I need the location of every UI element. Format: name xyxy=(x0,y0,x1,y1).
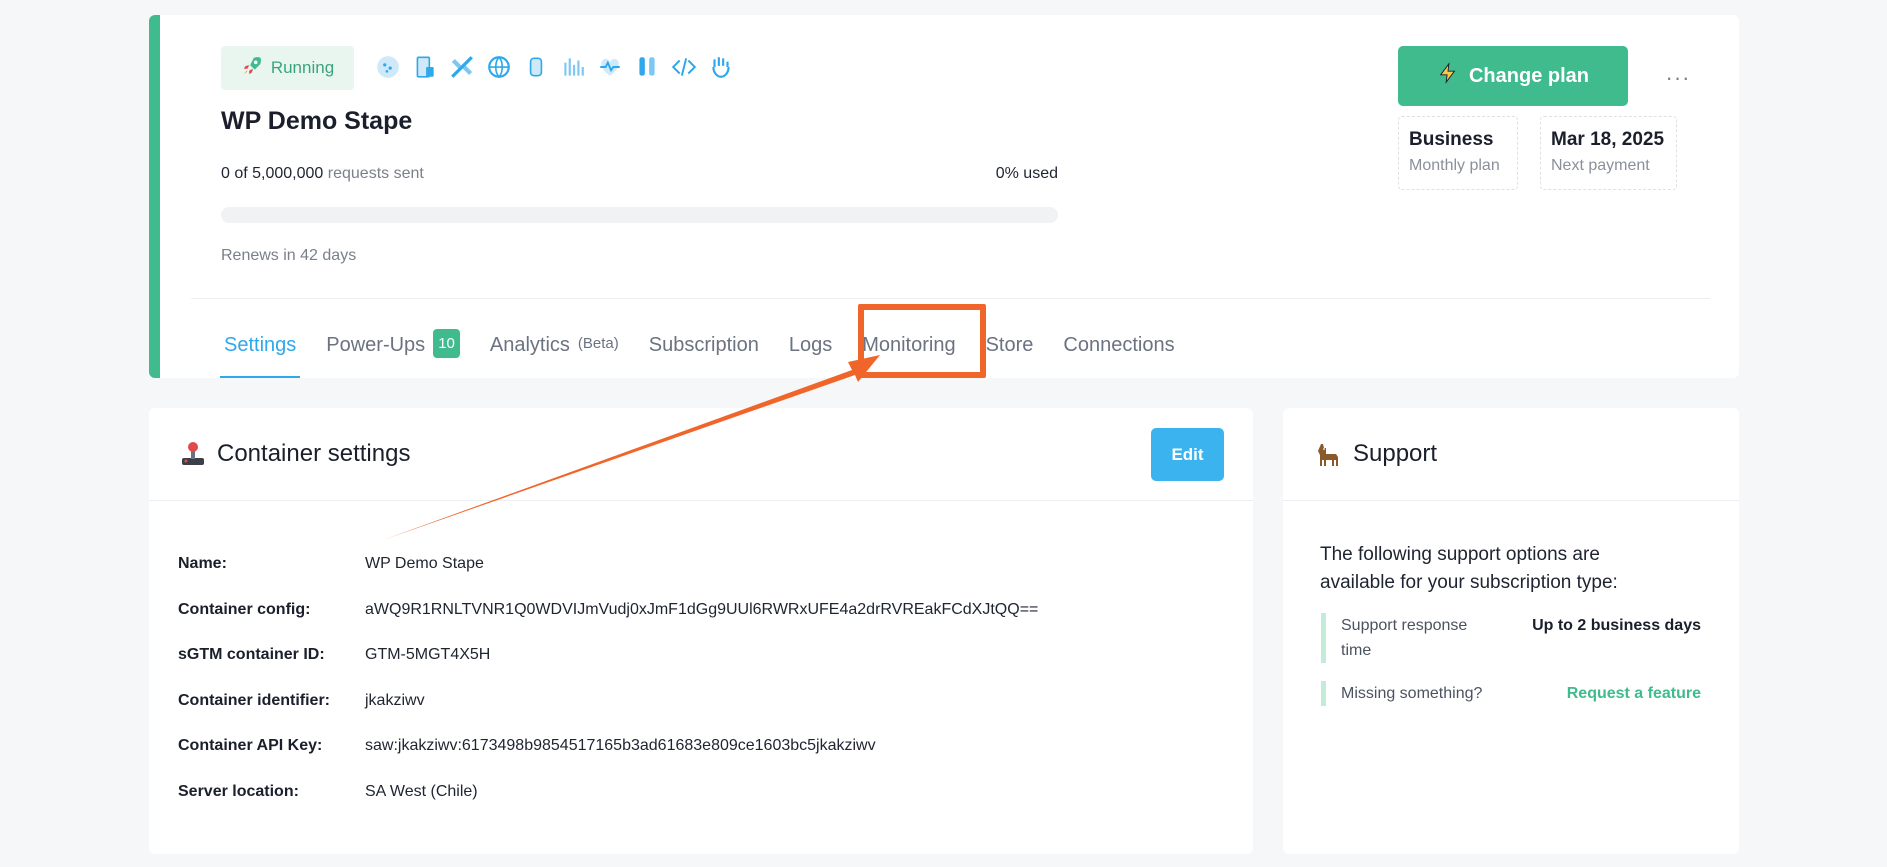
tab-label: Settings xyxy=(224,333,297,356)
next-payment-date: Mar 18, 2025 xyxy=(1551,129,1665,150)
monitoring-highlight-box xyxy=(858,304,986,378)
field-label: Container config: xyxy=(178,601,311,618)
tab-power-ups[interactable]: Power-Ups 10 xyxy=(322,316,464,374)
hand-icon[interactable] xyxy=(707,53,734,80)
change-plan-button[interactable]: Change plan xyxy=(1398,46,1628,106)
plan-box: Business Monthly plan xyxy=(1398,116,1518,190)
globe-icon[interactable] xyxy=(485,53,512,80)
llama-icon xyxy=(1315,440,1343,468)
tab-label: Subscription xyxy=(648,333,759,356)
rocket-icon xyxy=(241,55,263,82)
status-badge: Running xyxy=(221,46,354,90)
tab-subscription[interactable]: Subscription xyxy=(645,316,763,374)
tab-logs[interactable]: Logs xyxy=(785,316,836,374)
beta-label: (Beta) xyxy=(577,334,619,352)
next-payment-box: Mar 18, 2025 Next payment xyxy=(1540,116,1677,190)
tab-label: Store xyxy=(985,333,1034,356)
tab-connections[interactable]: Connections xyxy=(1059,316,1178,374)
globe-dots-icon[interactable] xyxy=(374,53,401,80)
request-feature-link[interactable]: Request a feature xyxy=(1567,681,1701,706)
support-option-key: Missing something? xyxy=(1341,685,1483,702)
next-payment-label: Next payment xyxy=(1551,157,1650,174)
plan-type: Monthly plan xyxy=(1409,157,1500,174)
field-label: Name: xyxy=(178,555,227,572)
container-title: WP Demo Stape xyxy=(221,107,413,135)
field-label: sGTM container ID: xyxy=(178,646,325,663)
support-card-header: Support xyxy=(1283,408,1739,501)
cylinder-icon[interactable] xyxy=(522,53,549,80)
container-settings-card: Container settings Edit Name: WP Demo St… xyxy=(149,408,1253,854)
field-value: GTM-5MGT4X5H xyxy=(365,646,491,663)
satellite-icon[interactable] xyxy=(448,53,475,80)
field-row: Container API Key: saw:jkakziwv:6173498b… xyxy=(178,737,876,761)
tab-label: Power-Ups xyxy=(326,333,426,356)
container-tabs: Settings Power-Ups 10 Analytics (Beta) S… xyxy=(220,320,1201,378)
lightning-icon xyxy=(1437,62,1459,90)
status-accent-bar xyxy=(149,15,160,378)
field-value: aWQ9R1RNLTVNR1Q0WDVIJmVudj0xJmF1dGg9UUl6… xyxy=(365,601,1039,618)
change-plan-label: Change plan xyxy=(1468,64,1589,87)
usage-percent: 0% used xyxy=(995,165,1058,182)
field-row: Server location: SA West (Chile) xyxy=(178,783,478,807)
powerup-icons xyxy=(374,53,734,80)
code-icon[interactable] xyxy=(670,53,697,80)
settings-card-title: Container settings xyxy=(217,440,411,467)
usage-progress-bar xyxy=(221,207,1058,223)
field-row: sGTM container ID: GTM-5MGT4X5H xyxy=(178,646,490,670)
field-value: SA West (Chile) xyxy=(365,783,478,800)
powerups-count-badge: 10 xyxy=(433,328,460,358)
field-row: Name: WP Demo Stape xyxy=(178,555,484,579)
edit-button[interactable]: Edit xyxy=(1151,428,1224,481)
support-option-row: Missing something? Request a feature xyxy=(1321,681,1701,706)
support-option-value: Up to 2 business days xyxy=(1532,617,1701,634)
tab-label: Connections xyxy=(1063,333,1175,356)
field-row: Container config: aWQ9R1RNLTVNR1Q0WDVIJm… xyxy=(178,601,1038,625)
settings-card-header: Container settings xyxy=(149,408,1253,501)
field-value: WP Demo Stape xyxy=(365,555,484,572)
heart-pulse-icon[interactable] xyxy=(596,53,623,80)
support-card-title: Support xyxy=(1353,440,1438,467)
field-label: Container API Key: xyxy=(178,737,323,754)
tab-label: Analytics xyxy=(489,333,570,356)
test-tubes-icon[interactable] xyxy=(633,53,660,80)
tab-label: Logs xyxy=(788,333,833,356)
building-icon[interactable] xyxy=(411,53,438,80)
field-label: Container identifier: xyxy=(178,692,331,709)
status-text: Running xyxy=(270,58,335,77)
field-label: Server location: xyxy=(178,783,299,800)
tab-analytics[interactable]: Analytics (Beta) xyxy=(486,316,623,374)
field-row: Container identifier: jkakziwv xyxy=(178,692,425,716)
more-options-button[interactable]: ··· xyxy=(1661,63,1695,93)
requests-suffix: requests sent xyxy=(327,165,424,182)
requests-usage: 0 of 5,000,000 requests sent xyxy=(221,165,424,183)
support-card: Support The following support options ar… xyxy=(1283,408,1739,854)
support-option-row: Support response time Up to 2 business d… xyxy=(1321,613,1701,663)
tab-store[interactable]: Store xyxy=(982,316,1038,374)
requests-count: 0 of 5,000,000 xyxy=(221,165,324,182)
renewal-text: Renews in 42 days xyxy=(221,247,357,264)
joystick-icon xyxy=(179,440,207,468)
field-value: jkakziwv xyxy=(365,692,425,709)
field-value: saw:jkakziwv:6173498b9854517165b3ad61683… xyxy=(365,737,876,754)
header-divider xyxy=(191,298,1710,299)
support-description: The following support options are availa… xyxy=(1320,544,1618,593)
signal-bars-icon[interactable] xyxy=(559,53,586,80)
tab-settings[interactable]: Settings xyxy=(220,316,301,378)
plan-name: Business xyxy=(1409,129,1494,150)
support-option-key: Support response time xyxy=(1341,617,1468,659)
